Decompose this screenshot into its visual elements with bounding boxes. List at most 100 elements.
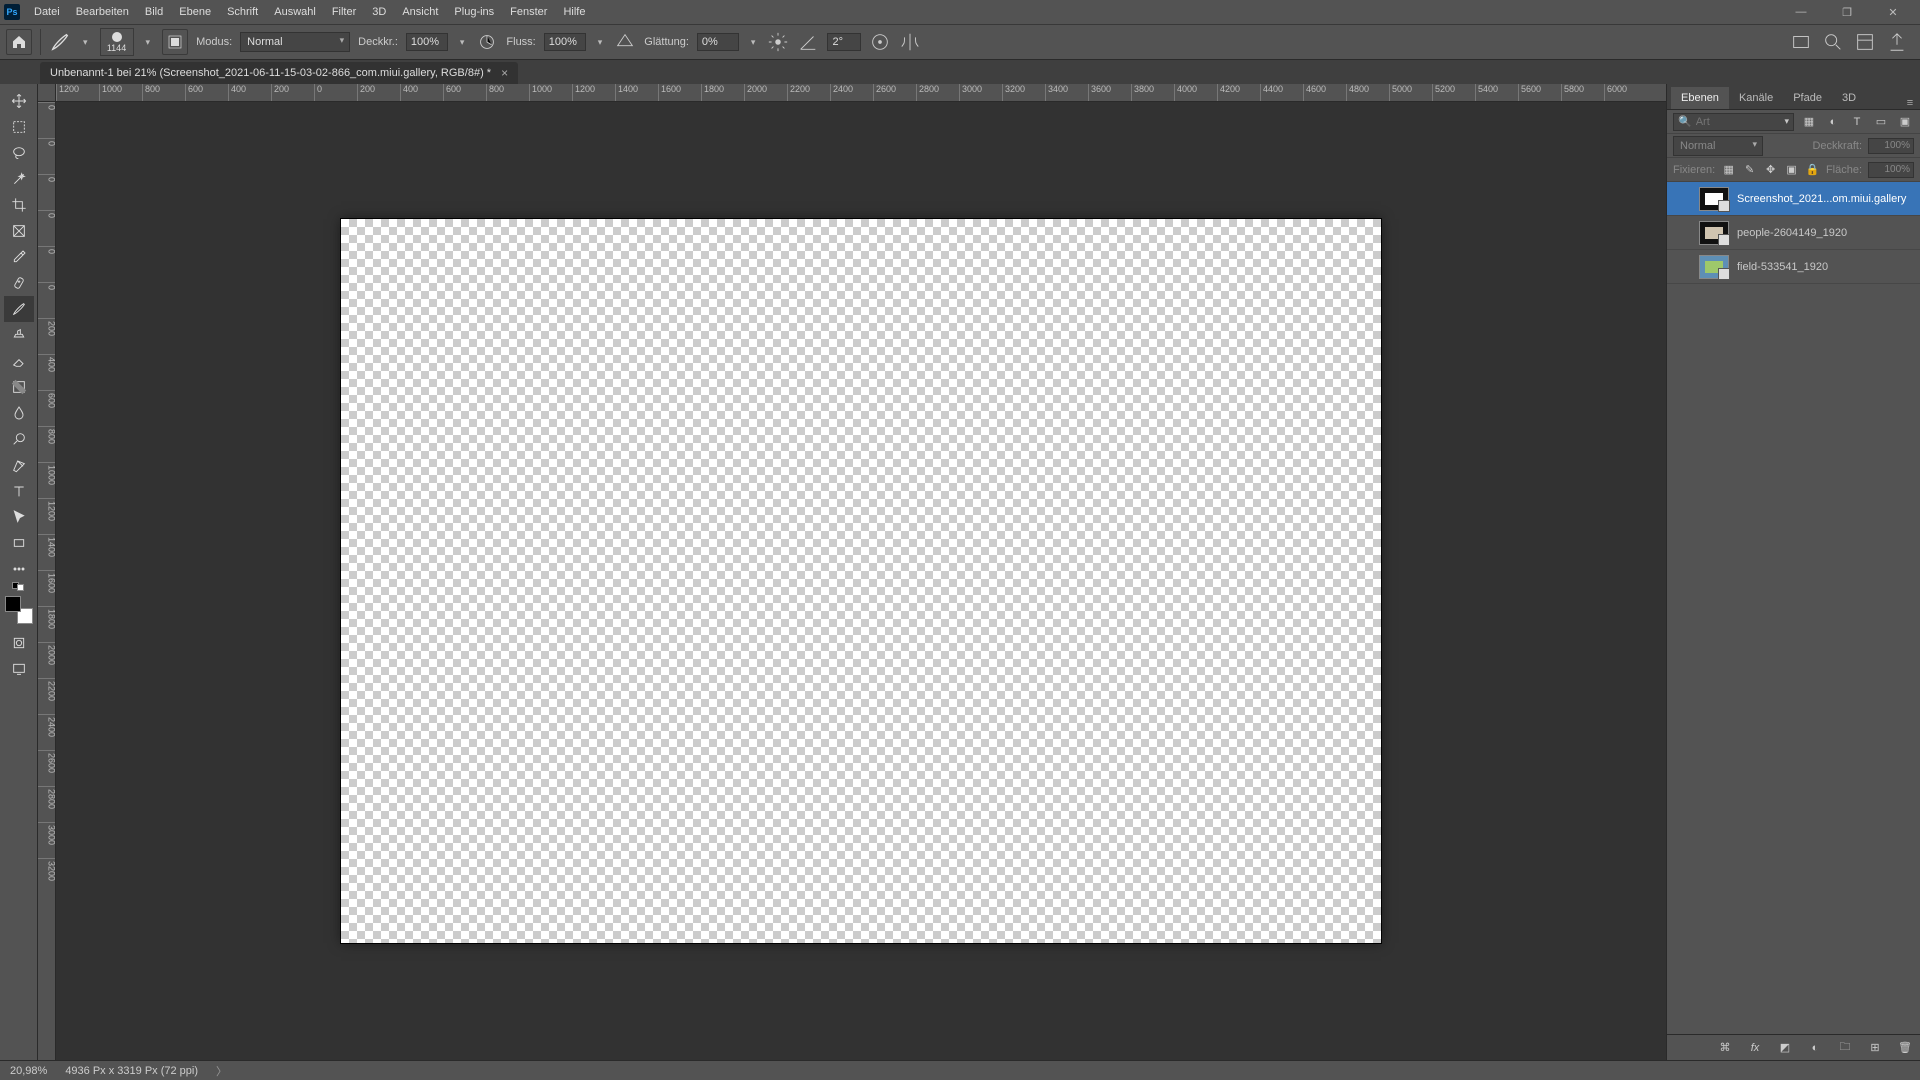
brush-tool[interactable] [4,296,34,322]
filter-image-icon[interactable]: ▦ [1800,113,1818,131]
screen-mode-tool[interactable] [4,656,34,682]
home-button[interactable] [6,29,32,55]
tab-pfade[interactable]: Pfade [1783,87,1832,109]
frame-tool[interactable] [4,218,34,244]
vertical-ruler[interactable]: 0000002004006008001000120014001600180020… [38,102,56,1060]
layer-row[interactable]: Screenshot_2021...om.miui.gallery [1667,182,1920,216]
airbrush-icon[interactable] [614,31,636,53]
menu-ebene[interactable]: Ebene [171,0,219,24]
lock-position-icon[interactable]: ✥ [1763,161,1778,179]
clone-stamp-tool[interactable] [4,322,34,348]
window-close-button[interactable]: ✕ [1870,0,1916,24]
eyedropper-tool[interactable] [4,244,34,270]
canvas-viewport[interactable] [56,102,1666,1060]
visibility-toggle[interactable] [1671,257,1691,277]
angle-icon[interactable] [797,31,819,53]
link-layers-icon[interactable]: ⌘ [1716,1039,1734,1057]
menu-ansicht[interactable]: Ansicht [394,0,446,24]
tab-ebenen[interactable]: Ebenen [1671,87,1729,109]
menu-fenster[interactable]: Fenster [502,0,555,24]
foreground-color[interactable] [5,596,21,612]
pen-tool[interactable] [4,452,34,478]
menu-bearbeiten[interactable]: Bearbeiten [68,0,137,24]
lock-brush-icon[interactable]: ✎ [1742,161,1757,179]
menu-bild[interactable]: Bild [137,0,171,24]
tab-3d[interactable]: 3D [1832,87,1866,109]
menu-schrift[interactable]: Schrift [219,0,266,24]
layer-group-icon[interactable]: 🗀 [1836,1039,1854,1057]
lock-all-icon[interactable]: 🔒 [1805,161,1820,179]
visibility-toggle[interactable] [1671,189,1691,209]
smoothing-arrow[interactable]: ▾ [747,37,760,48]
window-minimize-button[interactable]: — [1778,0,1824,24]
brush-preset-picker[interactable]: 1144 [100,28,134,56]
cloud-docs-icon[interactable] [1790,31,1812,53]
magic-wand-tool[interactable] [4,166,34,192]
brush-tool-icon[interactable] [49,31,71,53]
color-swatches[interactable] [5,596,33,624]
share-icon[interactable] [1886,31,1908,53]
tool-preset-arrow[interactable]: ▾ [79,37,92,48]
layer-row[interactable]: people-2604149_1920 [1667,216,1920,250]
default-colors-icon[interactable] [12,582,26,592]
layer-thumbnail[interactable] [1699,187,1729,211]
layer-row[interactable]: field-533541_1920 [1667,250,1920,284]
panel-menu-icon[interactable]: ≡ [1900,97,1920,109]
canvas[interactable] [341,219,1381,943]
crop-tool[interactable] [4,192,34,218]
filter-adjust-icon[interactable]: ◐ [1824,113,1842,131]
gradient-tool[interactable] [4,374,34,400]
layer-opacity-input[interactable] [1868,138,1914,154]
lock-pixels-icon[interactable]: ▦ [1721,161,1736,179]
filter-smart-icon[interactable]: ▣ [1896,113,1914,131]
document-tab[interactable]: Unbenannt-1 bei 21% (Screenshot_2021-06-… [40,62,518,84]
fill-input[interactable] [1868,162,1914,178]
lasso-tool[interactable] [4,140,34,166]
status-chevron-icon[interactable]: 〉 [216,1063,227,1079]
horizontal-ruler[interactable]: 1200100080060040020002004006008001000120… [56,84,1666,102]
opacity-input[interactable]: 100% [406,33,448,51]
layer-blend-select[interactable]: Normal [1673,136,1763,156]
filter-shape-icon[interactable]: ▭ [1872,113,1890,131]
menu-3d[interactable]: 3D [364,0,394,24]
search-icon[interactable] [1822,31,1844,53]
new-layer-icon[interactable]: ⊞ [1866,1039,1884,1057]
blur-tool[interactable] [4,400,34,426]
pressure-size-icon[interactable] [869,31,891,53]
marquee-tool[interactable] [4,114,34,140]
move-tool[interactable] [4,88,34,114]
layer-mask-icon[interactable]: ◩ [1776,1039,1794,1057]
menu-filter[interactable]: Filter [324,0,364,24]
window-maximize-button[interactable]: ❐ [1824,0,1870,24]
adjustment-layer-icon[interactable]: ◐ [1806,1039,1824,1057]
opacity-arrow[interactable]: ▾ [456,37,469,48]
smoothing-input[interactable]: 0% [697,33,739,51]
healing-brush-tool[interactable] [4,270,34,296]
dodge-tool[interactable] [4,426,34,452]
menu-datei[interactable]: Datei [26,0,68,24]
menu-auswahl[interactable]: Auswahl [266,0,324,24]
path-select-tool[interactable] [4,504,34,530]
brush-settings-button[interactable] [162,29,188,55]
flow-input[interactable]: 100% [544,33,586,51]
quick-mask-tool[interactable] [4,630,34,656]
layer-filter-select[interactable]: 🔍 ▾ [1673,113,1794,131]
filter-type-icon[interactable]: T [1848,113,1866,131]
smoothing-options-icon[interactable] [767,31,789,53]
document-tab-close-button[interactable]: × [501,66,508,80]
tab-kanaele[interactable]: Kanäle [1729,87,1783,109]
workspace-icon[interactable] [1854,31,1876,53]
zoom-level[interactable]: 20,98% [10,1065,47,1077]
pressure-opacity-icon[interactable] [476,31,498,53]
flow-arrow[interactable]: ▾ [594,37,607,48]
layer-thumbnail[interactable] [1699,255,1729,279]
layer-thumbnail[interactable] [1699,221,1729,245]
layer-filter-input[interactable] [1696,116,1781,128]
layer-fx-icon[interactable]: fx [1746,1039,1764,1057]
type-tool[interactable] [4,478,34,504]
angle-input[interactable]: 2° [827,33,861,51]
symmetry-icon[interactable] [899,31,921,53]
lock-artboard-icon[interactable]: ▣ [1784,161,1799,179]
more-tools[interactable] [4,556,34,582]
rectangle-tool[interactable] [4,530,34,556]
